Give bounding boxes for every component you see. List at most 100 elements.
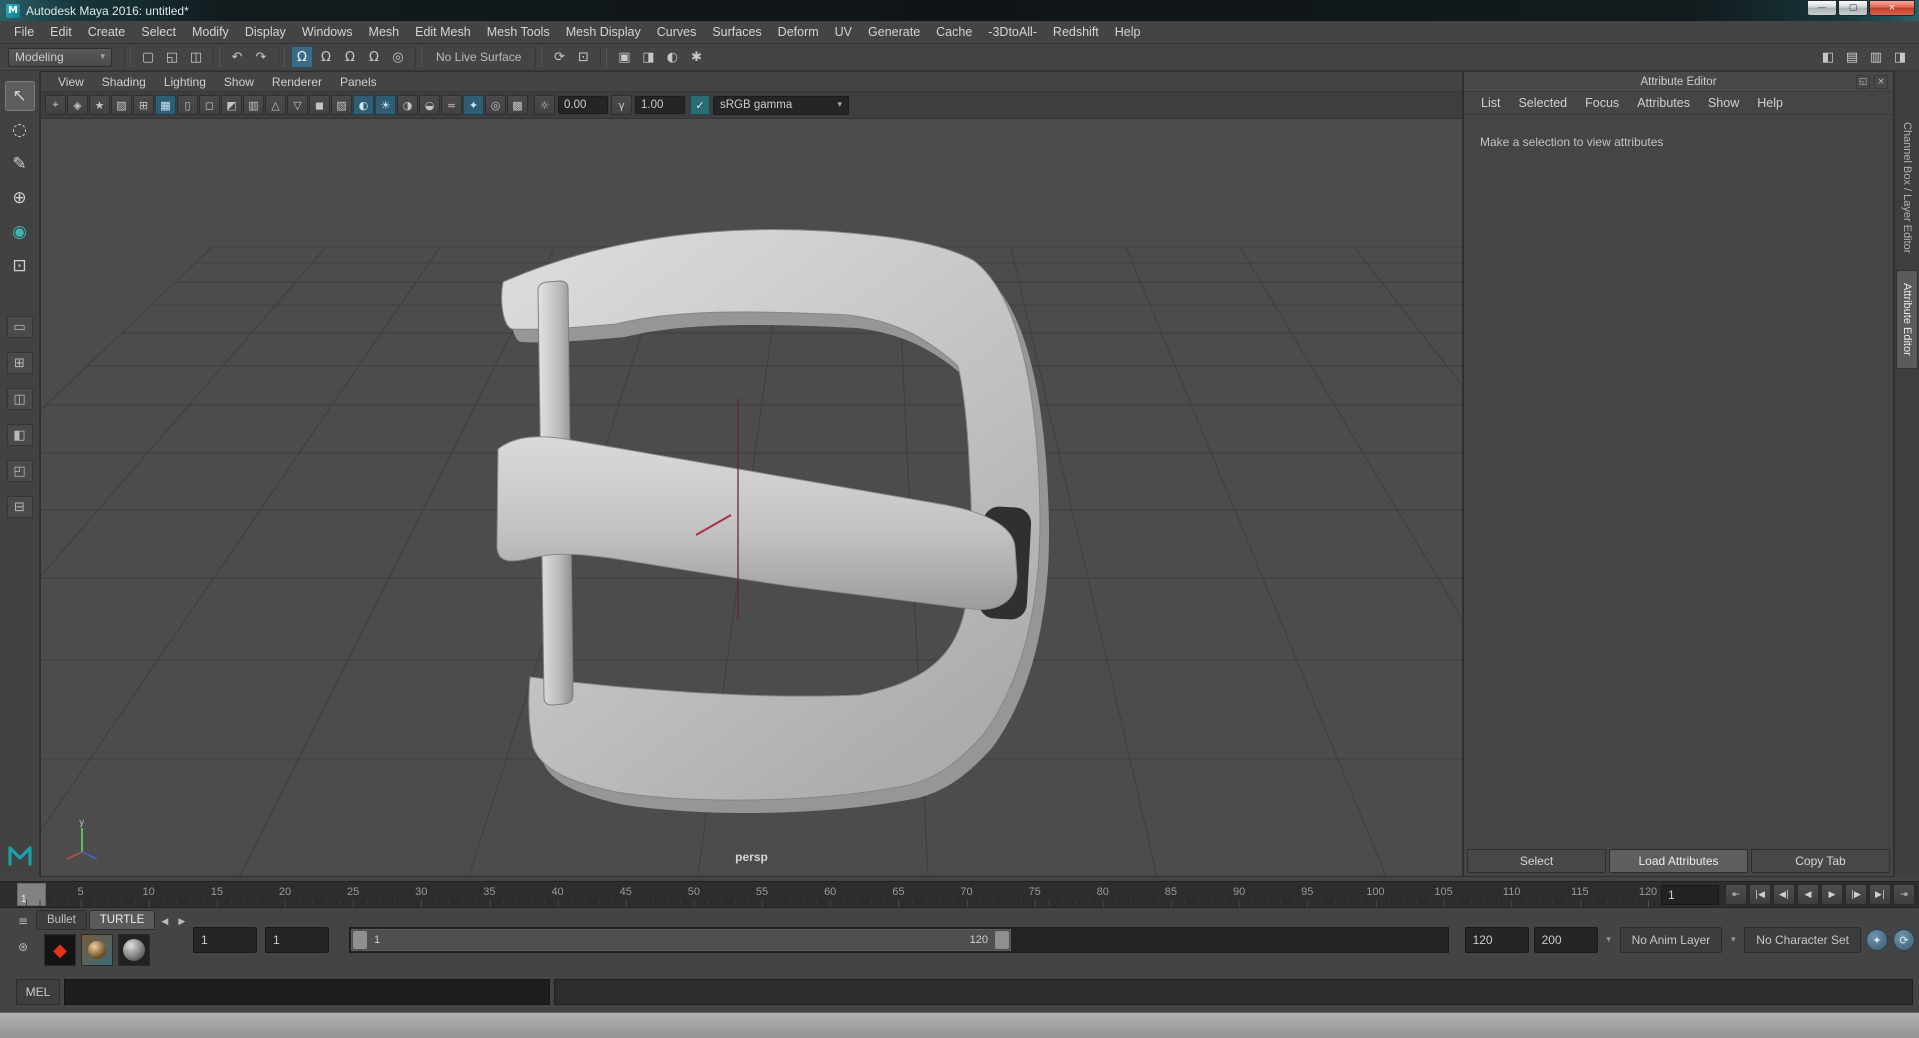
select-button[interactable]: Select — [1467, 849, 1606, 873]
save-scene-icon[interactable]: ◫ — [185, 46, 207, 68]
make-live-icon[interactable]: ◎ — [387, 46, 409, 68]
tab-scroll-left-icon[interactable]: ◀ — [157, 914, 172, 930]
range-start-handle[interactable] — [353, 931, 367, 949]
menu-item[interactable]: Edit Mesh — [407, 22, 479, 42]
menu-item[interactable]: UV — [827, 22, 860, 42]
safe-action-icon[interactable]: △ — [265, 95, 286, 115]
belt-buckle-model[interactable] — [496, 229, 1050, 814]
snap-to-view-plane-icon[interactable]: Ω — [363, 46, 385, 68]
go-to-start-button[interactable]: ⇤ — [1725, 884, 1747, 905]
tab-scroll-right-icon[interactable]: ▶ — [174, 914, 189, 930]
panel-menu-item[interactable]: View — [49, 73, 93, 91]
attribute-editor-menu-item[interactable]: Focus — [1576, 93, 1628, 113]
paint-select-tool[interactable]: ✎ — [5, 149, 35, 179]
menu-item[interactable]: Mesh Display — [558, 22, 649, 42]
tab-channel-box-layer-editor[interactable]: Channel Box / Layer Editor — [1896, 109, 1918, 266]
multisample-aa-icon[interactable]: ✦ — [463, 95, 484, 115]
menu-item[interactable]: Edit — [42, 22, 80, 42]
lock-camera-icon[interactable]: ◈ — [67, 95, 88, 115]
range-slider-trough[interactable]: 1 120 — [349, 927, 1449, 953]
gamma-field[interactable]: 1.00 — [635, 96, 685, 114]
tab-turtle[interactable]: TURTLE — [88, 910, 156, 930]
menu-item[interactable]: Deform — [770, 22, 827, 42]
redo-icon[interactable]: ↷ — [250, 46, 272, 68]
resolution-gate-icon[interactable]: ◻ — [199, 95, 220, 115]
maximize-button[interactable]: ▢ — [1838, 0, 1868, 16]
field-chart-icon[interactable]: ▥ — [243, 95, 264, 115]
ssao-icon[interactable]: ◒ — [419, 95, 440, 115]
camera-attributes-icon[interactable]: ★ — [89, 95, 110, 115]
safe-title-icon[interactable]: ▽ — [287, 95, 308, 115]
show-tool-settings-icon[interactable]: ▤ — [1841, 46, 1863, 68]
gamma-icon[interactable]: γ — [611, 95, 632, 115]
panel-menu-item[interactable]: Renderer — [263, 73, 331, 91]
menu-item[interactable]: Cache — [928, 22, 980, 42]
open-render-view-icon[interactable]: ▣ — [613, 46, 635, 68]
attribute-editor-menu-item[interactable]: Show — [1699, 93, 1748, 113]
step-forward-frame-button[interactable]: ▶| — [1869, 884, 1891, 905]
exposure-field[interactable]: 0.00 — [558, 96, 608, 114]
playhead[interactable]: 1 — [17, 883, 46, 906]
step-forward-key-button[interactable]: |▶ — [1845, 884, 1867, 905]
snap-to-points-icon[interactable]: Ω — [339, 46, 361, 68]
menuset-dropdown[interactable]: Modeling ▾ — [8, 47, 112, 67]
copy-tab-button[interactable]: Copy Tab — [1751, 849, 1890, 873]
anim-layer-button[interactable]: No Anim Layer — [1619, 927, 1723, 953]
side-by-side-layout-button[interactable]: ◧ — [6, 424, 33, 446]
chevron-down-icon[interactable]: ▾ — [1727, 935, 1739, 945]
open-scene-icon[interactable]: ◱ — [161, 46, 183, 68]
shadows-icon[interactable]: ◑ — [397, 95, 418, 115]
command-language-button[interactable]: MEL — [16, 979, 60, 1005]
color-management-icon[interactable]: ✓ — [690, 95, 710, 115]
ipr-render-icon[interactable]: ◐ — [661, 46, 683, 68]
panel-menu-item[interactable]: Show — [215, 73, 263, 91]
auto-key-icon[interactable]: ✦ — [1866, 929, 1888, 951]
tab-bullet[interactable]: Bullet — [36, 910, 87, 930]
undo-icon[interactable]: ↶ — [226, 46, 248, 68]
playback-options-icon[interactable]: ≡ — [14, 912, 32, 930]
go-to-end-button[interactable]: ⇥ — [1893, 884, 1915, 905]
menu-item[interactable]: Help — [1107, 22, 1149, 42]
menu-item[interactable]: Curves — [649, 22, 705, 42]
character-set-button[interactable]: No Character Set — [1744, 927, 1861, 953]
shaded-mode-icon[interactable]: ◼ — [309, 95, 330, 115]
show-channel-box-icon[interactable]: ▥ — [1865, 46, 1887, 68]
animation-preferences-icon[interactable]: ⟳ — [1893, 929, 1915, 951]
attribute-editor-menu-item[interactable]: Selected — [1509, 93, 1576, 113]
panel-menu-item[interactable]: Lighting — [155, 73, 215, 91]
time-slider-track[interactable]: 5 10 15 20 25 30 35 40 45 50 55 60 65 70 75 80 85 90 95 100… — [17, 882, 1657, 907]
play-forwards-button[interactable]: ▶ — [1821, 884, 1843, 905]
animation-end-field[interactable]: 200 — [1533, 927, 1598, 953]
range-end-handle[interactable] — [995, 931, 1009, 949]
rotate-tool[interactable]: ◉ — [5, 217, 35, 247]
menu-item[interactable]: Mesh — [361, 22, 408, 42]
close-button[interactable]: × — [1869, 0, 1915, 16]
command-input-field[interactable] — [64, 979, 550, 1005]
exposure-icon[interactable]: ☼ — [534, 95, 555, 115]
attribute-editor-menu-item[interactable]: Attributes — [1628, 93, 1699, 113]
playback-start-field[interactable]: 1 — [265, 927, 329, 953]
stacked-layout-button[interactable]: ⊟ — [6, 496, 33, 518]
ae-close-icon[interactable]: × — [1874, 75, 1888, 89]
motion-blur-icon[interactable]: ≈ — [441, 95, 462, 115]
play-backwards-button[interactable]: ◀ — [1797, 884, 1819, 905]
chevron-down-icon[interactable]: ▾ — [1603, 935, 1615, 945]
redshift-thumbnail[interactable]: ◆ — [44, 934, 76, 966]
menu-item[interactable]: Select — [133, 22, 184, 42]
menu-item[interactable]: Modify — [184, 22, 237, 42]
gate-mask-icon[interactable]: ◩ — [221, 95, 242, 115]
tab-attribute-editor[interactable]: Attribute Editor — [1896, 270, 1918, 370]
attribute-editor-menu-item[interactable]: List — [1472, 93, 1509, 113]
animation-start-field[interactable]: 1 — [193, 927, 257, 953]
construction-history-icon[interactable]: ⟳ — [548, 46, 570, 68]
view-transform-dropdown[interactable]: sRGB gamma ▾ — [713, 95, 849, 115]
menu-item[interactable]: Redshift — [1045, 22, 1107, 42]
range-slider-bar[interactable]: 1 120 — [351, 929, 1011, 951]
wireframe-on-shaded-icon[interactable]: ▨ — [331, 95, 352, 115]
image-plane-icon[interactable]: ▧ — [111, 95, 132, 115]
snap-to-curves-icon[interactable]: Ω — [315, 46, 337, 68]
persp-outliner-layout-button[interactable]: ◫ — [6, 388, 33, 410]
scale-tool[interactable]: ⊡ — [5, 251, 35, 281]
snap-to-grid-icon[interactable]: Ω — [291, 46, 313, 68]
viewport-canvas[interactable]: y persp — [41, 119, 1462, 876]
